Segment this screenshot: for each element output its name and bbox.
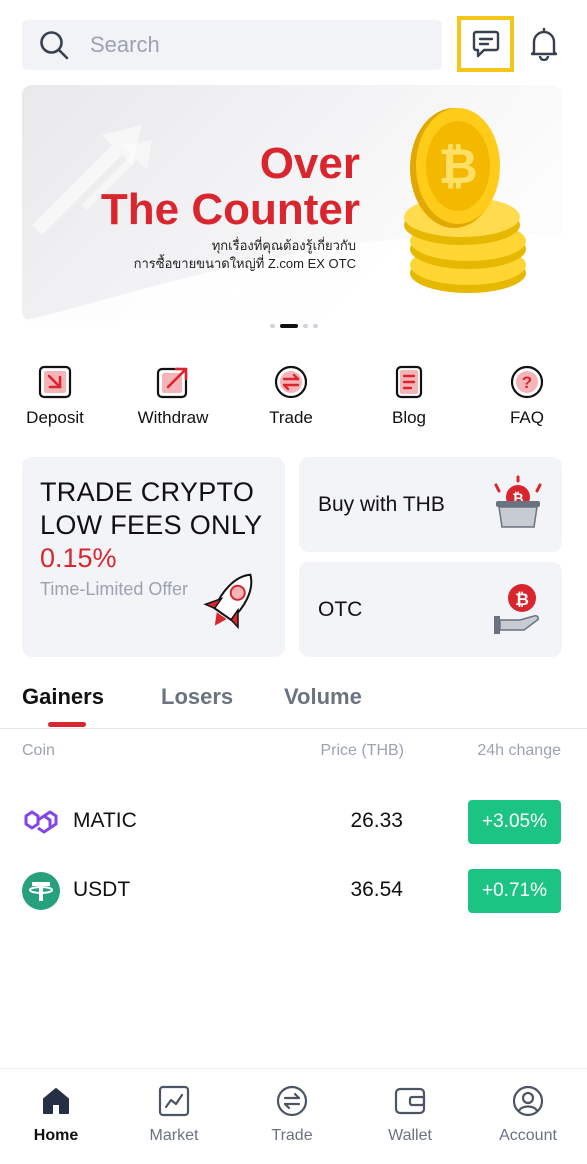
quick-action-label: Deposit — [26, 408, 84, 427]
low-fees-promo-card[interactable]: TRADE CRYPTO LOW FEES ONLY 0.15% Time-Li… — [22, 457, 285, 657]
quick-action-blog[interactable]: Blog — [359, 364, 459, 428]
carousel-dot[interactable] — [269, 324, 275, 328]
chat-button[interactable] — [457, 16, 514, 72]
coin-name: MATIC — [73, 809, 137, 832]
svg-text:₿: ₿ — [438, 139, 477, 195]
bitcoin-basket-icon: ₿ — [494, 475, 542, 528]
bitcoin-coins-icon: ₿ — [404, 108, 526, 293]
quick-action-label: Withdraw — [137, 408, 209, 427]
otc-label: OTC — [318, 598, 363, 621]
nav-label: Trade — [271, 1127, 313, 1144]
nav-label: Wallet — [388, 1127, 432, 1144]
column-header-change[interactable]: 24h change — [477, 742, 561, 760]
nav-trade[interactable]: Trade — [242, 1083, 342, 1145]
top-bar: Search — [0, 0, 587, 80]
quick-action-label: Blog — [391, 408, 427, 427]
carousel-dots[interactable] — [0, 324, 587, 328]
nav-account[interactable]: Account — [478, 1083, 578, 1145]
market-tabs: Gainers Losers Volume — [0, 684, 587, 729]
carousel-dot[interactable] — [312, 324, 318, 328]
home-icon — [38, 1083, 74, 1119]
deposit-icon — [37, 364, 73, 400]
quick-action-label: Trade — [269, 408, 313, 427]
search-icon — [40, 31, 69, 60]
bitcoin-hand-icon: ₿ — [494, 584, 539, 634]
coin-price: 36.54 — [350, 878, 403, 901]
svg-text:₿: ₿ — [515, 590, 529, 610]
tab-losers[interactable]: Losers — [161, 684, 233, 710]
chat-icon — [472, 30, 499, 58]
otc-card[interactable]: OTC ₿ — [299, 562, 562, 657]
promo-banner[interactable]: Over The Counter ทุกเรื่องที่คุณต้องรู้เ… — [22, 85, 562, 321]
trade-nav-icon — [274, 1083, 310, 1119]
promo-rate: 0.15% — [40, 543, 117, 573]
nav-label: Market — [149, 1127, 199, 1144]
notifications-button[interactable] — [522, 22, 566, 66]
carousel-dot-active[interactable] — [279, 324, 298, 328]
withdraw-icon — [155, 364, 191, 400]
nav-wallet[interactable]: Wallet — [360, 1083, 460, 1145]
promo-note: Time-Limited Offer — [40, 579, 189, 599]
bell-icon — [530, 27, 558, 61]
table-header: Coin Price (THB) 24h change — [0, 742, 587, 764]
faq-icon: ? — [509, 364, 545, 400]
table-row[interactable]: MATIC 26.33 +3.05% — [0, 798, 587, 846]
buy-with-thb-label: Buy with THB — [318, 493, 445, 516]
quick-action-deposit[interactable]: Deposit — [5, 364, 105, 428]
quick-actions: Deposit Withdraw Trade Blog ? FAQ — [0, 364, 587, 434]
blog-icon — [391, 364, 427, 400]
nav-market[interactable]: Market — [124, 1083, 224, 1145]
coin-price: 26.33 — [350, 809, 403, 832]
change-badge: +3.05% — [468, 800, 561, 844]
quick-action-label: FAQ — [509, 408, 544, 427]
active-tab-indicator — [48, 722, 86, 727]
market-icon — [156, 1083, 192, 1119]
bottom-navigation: Home Market Trade Wallet Account — [0, 1068, 587, 1164]
wallet-icon — [392, 1083, 428, 1119]
search-bar[interactable]: Search — [22, 20, 442, 70]
matic-icon — [24, 810, 58, 834]
nav-label: Home — [33, 1127, 79, 1144]
table-row[interactable]: USDT 36.54 +0.71% — [0, 867, 587, 915]
usdt-icon — [22, 872, 60, 910]
tab-gainers[interactable]: Gainers — [22, 684, 104, 710]
nav-label: Account — [499, 1127, 557, 1144]
search-input[interactable]: Search — [90, 32, 160, 58]
change-badge: +0.71% — [468, 869, 561, 913]
buy-with-thb-card[interactable]: Buy with THB ₿ — [299, 457, 562, 552]
nav-home[interactable]: Home — [6, 1083, 106, 1145]
account-icon — [510, 1083, 546, 1119]
trade-icon — [273, 364, 309, 400]
rocket-icon — [203, 573, 253, 630]
banner-subtitle-line2: การซื้อขายขนาดใหญ่ที่ Z.com EX OTC — [133, 256, 356, 271]
banner-title-line2: The Counter — [100, 185, 360, 234]
column-header-coin[interactable]: Coin — [22, 742, 55, 760]
column-header-price[interactable]: Price (THB) — [320, 742, 404, 760]
carousel-dot[interactable] — [302, 324, 308, 328]
coin-name: USDT — [73, 878, 131, 901]
quick-action-withdraw[interactable]: Withdraw — [123, 364, 223, 428]
svg-text:?: ? — [522, 373, 532, 392]
promo-line1: TRADE CRYPTO — [40, 477, 255, 507]
quick-action-faq[interactable]: ? FAQ — [477, 364, 577, 428]
tab-volume[interactable]: Volume — [284, 684, 362, 710]
banner-title-line1: Over — [259, 139, 360, 188]
promo-line2: LOW FEES ONLY — [40, 510, 263, 540]
quick-action-trade[interactable]: Trade — [241, 364, 341, 428]
